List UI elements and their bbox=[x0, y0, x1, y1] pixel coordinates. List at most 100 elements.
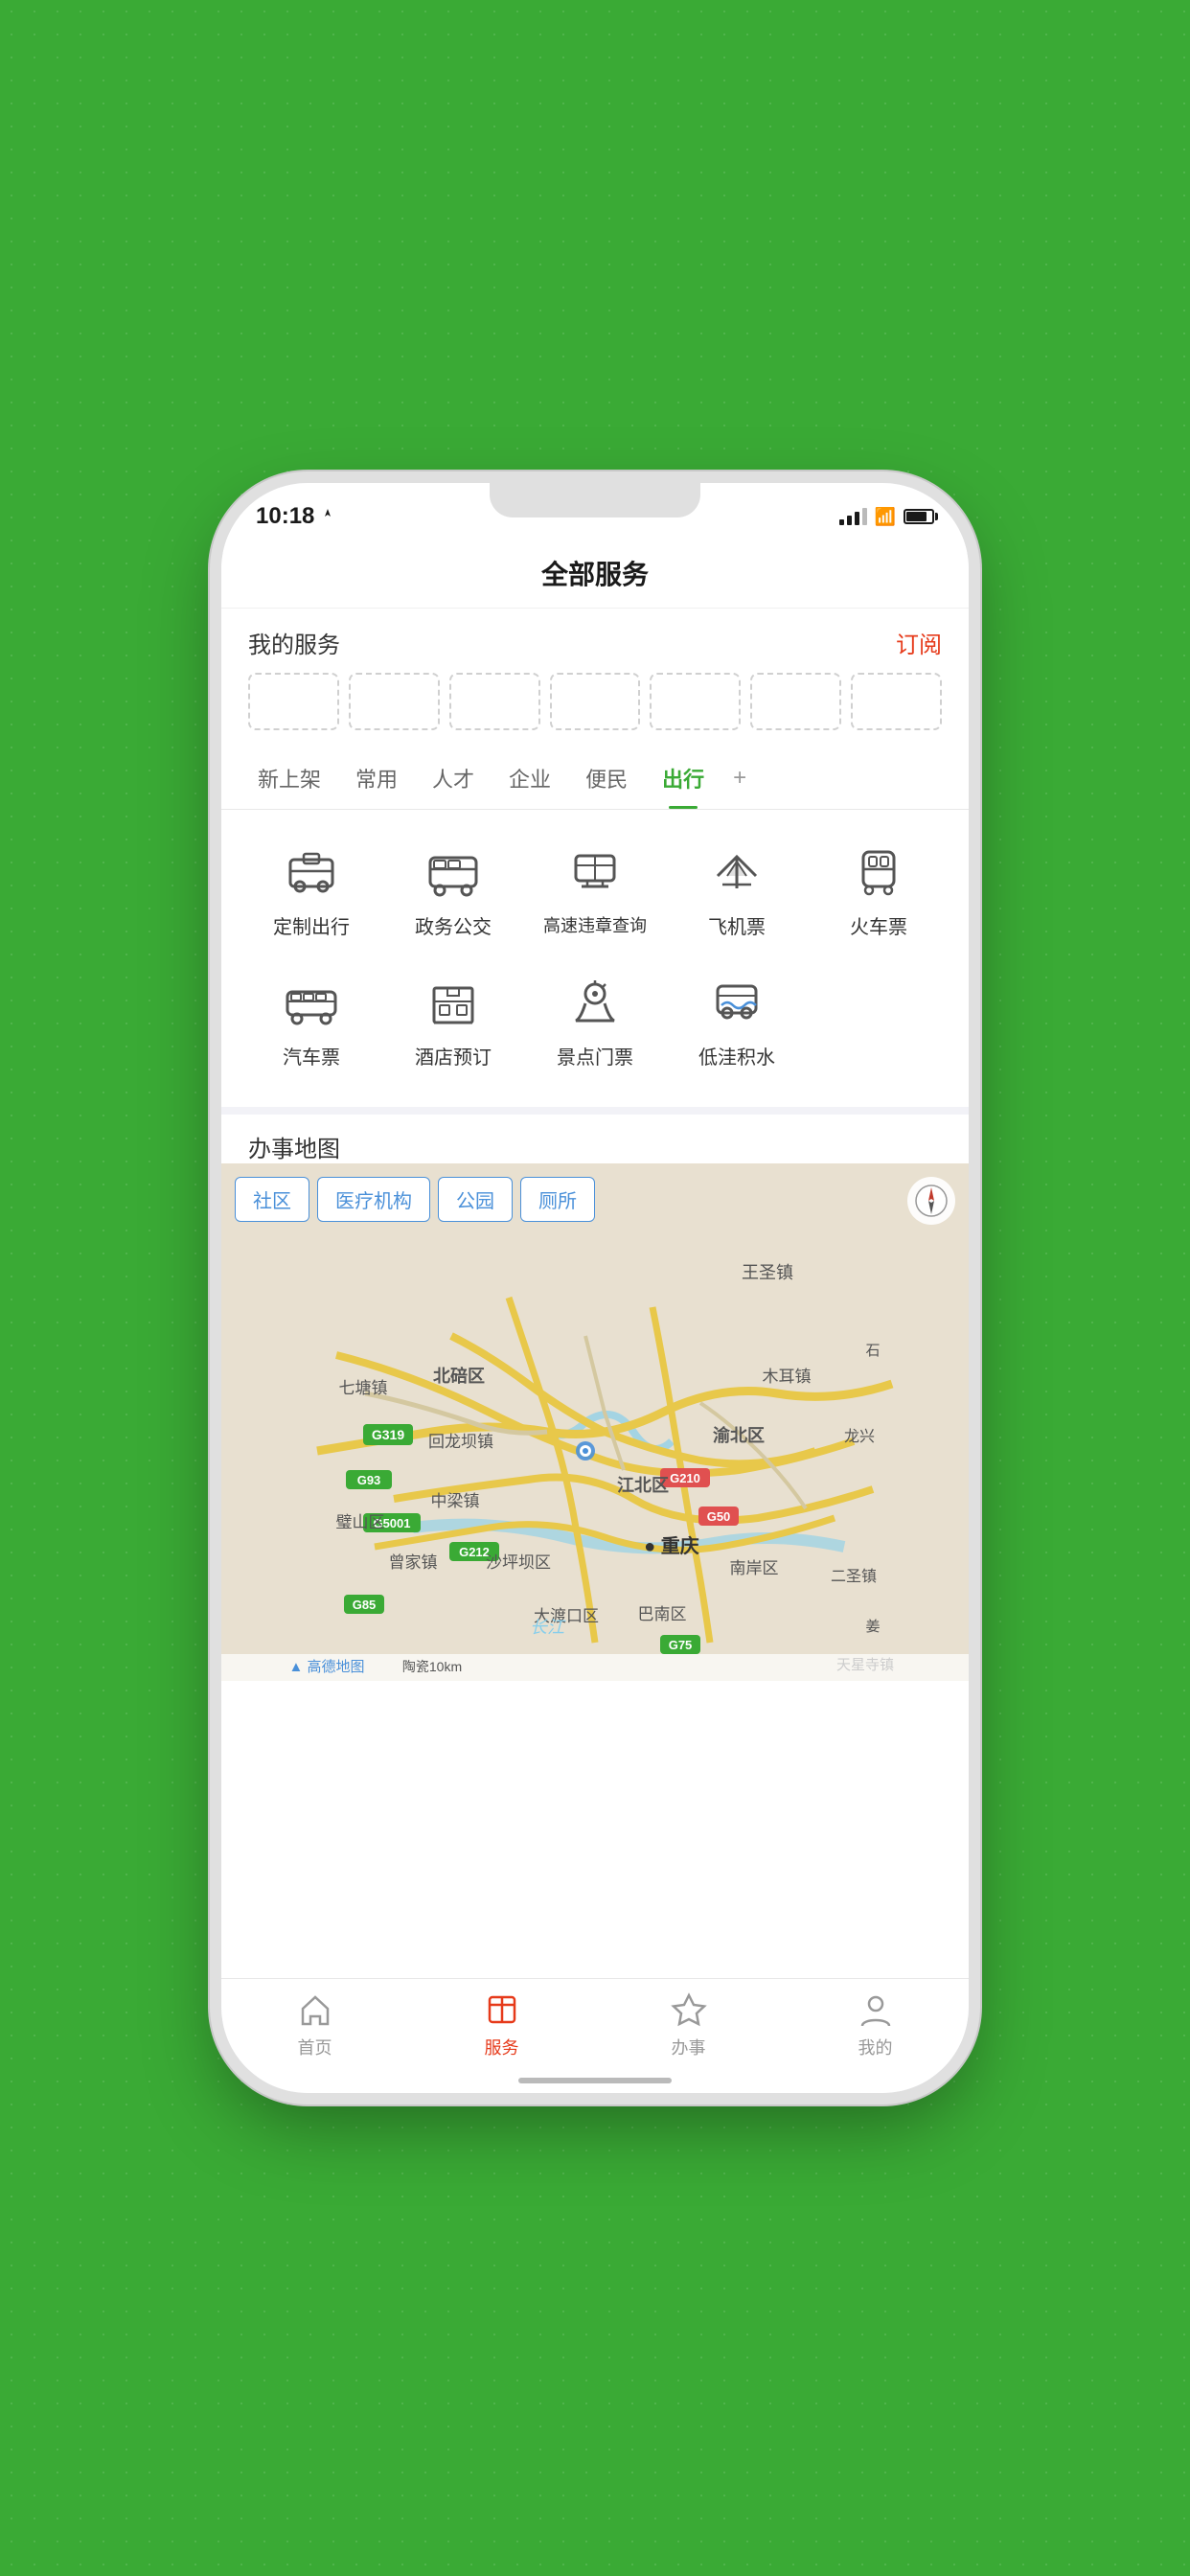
tab-enterprise[interactable]: 企业 bbox=[492, 748, 568, 809]
tab-convenience[interactable]: 便民 bbox=[568, 748, 645, 809]
status-time: 10:18 bbox=[256, 503, 335, 530]
svg-text:渝北区: 渝北区 bbox=[713, 1425, 765, 1445]
nav-home[interactable]: 首页 bbox=[221, 1990, 408, 2059]
tab-new[interactable]: 新上架 bbox=[240, 748, 338, 809]
my-services-label: 我的服务 bbox=[248, 626, 340, 659]
svg-text:G75: G75 bbox=[669, 1638, 693, 1652]
nav-services-label: 服务 bbox=[485, 2035, 519, 2059]
status-icons: 📶 bbox=[839, 507, 934, 527]
page-title: 全部服务 bbox=[221, 537, 969, 609]
filter-community[interactable]: 社区 bbox=[235, 1177, 309, 1222]
placeholder-4 bbox=[550, 673, 641, 730]
service-coach[interactable]: 汽车票 bbox=[240, 957, 382, 1080]
service-label-gov-bus: 政务公交 bbox=[415, 915, 492, 940]
compass[interactable] bbox=[907, 1177, 955, 1225]
placeholder-1 bbox=[248, 673, 339, 730]
svg-text:● 重庆: ● 重庆 bbox=[644, 1534, 699, 1557]
filter-restroom[interactable]: 厕所 bbox=[520, 1177, 595, 1222]
train-icon bbox=[844, 837, 913, 906]
subscribe-button[interactable]: 订阅 bbox=[896, 626, 942, 659]
service-label-scenic: 景点门票 bbox=[557, 1046, 633, 1070]
tab-common[interactable]: 常用 bbox=[338, 748, 415, 809]
svg-text:▲ 高德地图: ▲ 高德地图 bbox=[288, 1658, 364, 1675]
placeholder-2 bbox=[349, 673, 440, 730]
svg-text:南岸区: 南岸区 bbox=[730, 1559, 779, 1577]
filter-park[interactable]: 公园 bbox=[438, 1177, 513, 1222]
tabs-row: 新上架 常用 人才 企业 便民 出行 + bbox=[240, 748, 950, 809]
nav-profile[interactable]: 我的 bbox=[782, 1990, 969, 2059]
svg-text:木耳镇: 木耳镇 bbox=[763, 1368, 812, 1386]
service-highway[interactable]: 高速违章查询 bbox=[524, 827, 666, 950]
profile-icon bbox=[857, 1990, 895, 2029]
my-services-section: 我的服务 订阅 bbox=[221, 609, 969, 748]
coach-icon bbox=[277, 967, 346, 1036]
custom-trip-icon bbox=[277, 837, 346, 906]
svg-text:七塘镇: 七塘镇 bbox=[339, 1379, 388, 1397]
scenic-icon bbox=[561, 967, 629, 1036]
svg-text:G85: G85 bbox=[353, 1598, 377, 1612]
svg-text:北碚区: 北碚区 bbox=[433, 1366, 485, 1386]
service-hotel[interactable]: 酒店预订 bbox=[382, 957, 524, 1080]
service-scenic[interactable]: 景点门票 bbox=[524, 957, 666, 1080]
map-container[interactable]: G319 G93 G5001 G212 G210 G50 G85 G75 bbox=[221, 1163, 969, 1681]
filter-medical[interactable]: 医疗机构 bbox=[317, 1177, 430, 1222]
service-label-hotel: 酒店预订 bbox=[415, 1046, 492, 1070]
services-placeholder bbox=[248, 673, 942, 730]
svg-text:陶瓷10km: 陶瓷10km bbox=[402, 1659, 462, 1674]
svg-text:江北区: 江北区 bbox=[617, 1476, 669, 1495]
plane-icon bbox=[702, 837, 771, 906]
svg-text:王圣镇: 王圣镇 bbox=[742, 1263, 793, 1282]
map-filters: 社区 医疗机构 公园 厕所 bbox=[235, 1177, 595, 1222]
flood-icon bbox=[702, 967, 771, 1036]
svg-text:G50: G50 bbox=[707, 1509, 731, 1524]
map-section: 办事地图 bbox=[221, 1115, 969, 1681]
service-label-coach: 汽车票 bbox=[283, 1046, 340, 1070]
placeholder-6 bbox=[750, 673, 841, 730]
svg-text:石: 石 bbox=[865, 1343, 880, 1359]
phone-content: 全部服务 我的服务 订阅 新上架 常用 人才 企业 bbox=[221, 537, 969, 1978]
placeholder-5 bbox=[650, 673, 741, 730]
map-svg: G319 G93 G5001 G212 G210 G50 G85 G75 bbox=[221, 1163, 969, 1681]
notch bbox=[490, 483, 700, 518]
svg-text:沙坪坝区: 沙坪坝区 bbox=[486, 1553, 551, 1572]
svg-text:G319: G319 bbox=[372, 1427, 404, 1442]
svg-text:回龙坝镇: 回龙坝镇 bbox=[428, 1433, 493, 1451]
service-label-custom-trip: 定制出行 bbox=[273, 915, 350, 940]
service-train[interactable]: 火车票 bbox=[808, 827, 950, 950]
battery-icon bbox=[904, 509, 934, 524]
svg-text:璧山区: 璧山区 bbox=[336, 1513, 385, 1531]
service-gov-bus[interactable]: 政务公交 bbox=[382, 827, 524, 950]
svg-text:巴南区: 巴南区 bbox=[638, 1605, 687, 1623]
nav-tasks[interactable]: 办事 bbox=[595, 1990, 782, 2059]
service-label-train: 火车票 bbox=[850, 915, 907, 940]
hotel-icon bbox=[419, 967, 488, 1036]
tabs-section: 新上架 常用 人才 企业 便民 出行 + bbox=[221, 748, 969, 810]
services-icon bbox=[483, 1990, 521, 2029]
placeholder-3 bbox=[449, 673, 540, 730]
svg-text:二圣镇: 二圣镇 bbox=[831, 1568, 877, 1585]
service-label-plane: 飞机票 bbox=[708, 915, 766, 940]
svg-text:龙兴: 龙兴 bbox=[844, 1428, 875, 1445]
placeholder-7 bbox=[851, 673, 942, 730]
tab-add-button[interactable]: + bbox=[721, 749, 758, 807]
svg-text:长江: 长江 bbox=[530, 1618, 566, 1637]
home-bar bbox=[518, 2078, 672, 2083]
home-icon bbox=[296, 1990, 334, 2029]
nav-home-label: 首页 bbox=[298, 2035, 332, 2059]
service-custom-trip[interactable]: 定制出行 bbox=[240, 827, 382, 950]
nav-profile-label: 我的 bbox=[858, 2035, 893, 2059]
bottom-nav: 首页 服务 办事 bbox=[221, 1978, 969, 2093]
service-plane[interactable]: 飞机票 bbox=[666, 827, 808, 950]
service-label-flood: 低洼积水 bbox=[698, 1046, 775, 1070]
tab-talent[interactable]: 人才 bbox=[415, 748, 492, 809]
grid-row-1: 定制出行 政务公交 bbox=[240, 827, 950, 950]
signal-bars bbox=[839, 508, 867, 525]
svg-text:G93: G93 bbox=[357, 1473, 381, 1487]
map-title: 办事地图 bbox=[221, 1115, 969, 1163]
nav-services[interactable]: 服务 bbox=[408, 1990, 595, 2059]
my-services-header: 我的服务 订阅 bbox=[248, 626, 942, 659]
tab-travel[interactable]: 出行 bbox=[645, 748, 721, 809]
wifi-icon: 📶 bbox=[875, 507, 896, 527]
svg-text:G210: G210 bbox=[670, 1471, 700, 1485]
service-flood[interactable]: 低洼积水 bbox=[666, 957, 808, 1080]
